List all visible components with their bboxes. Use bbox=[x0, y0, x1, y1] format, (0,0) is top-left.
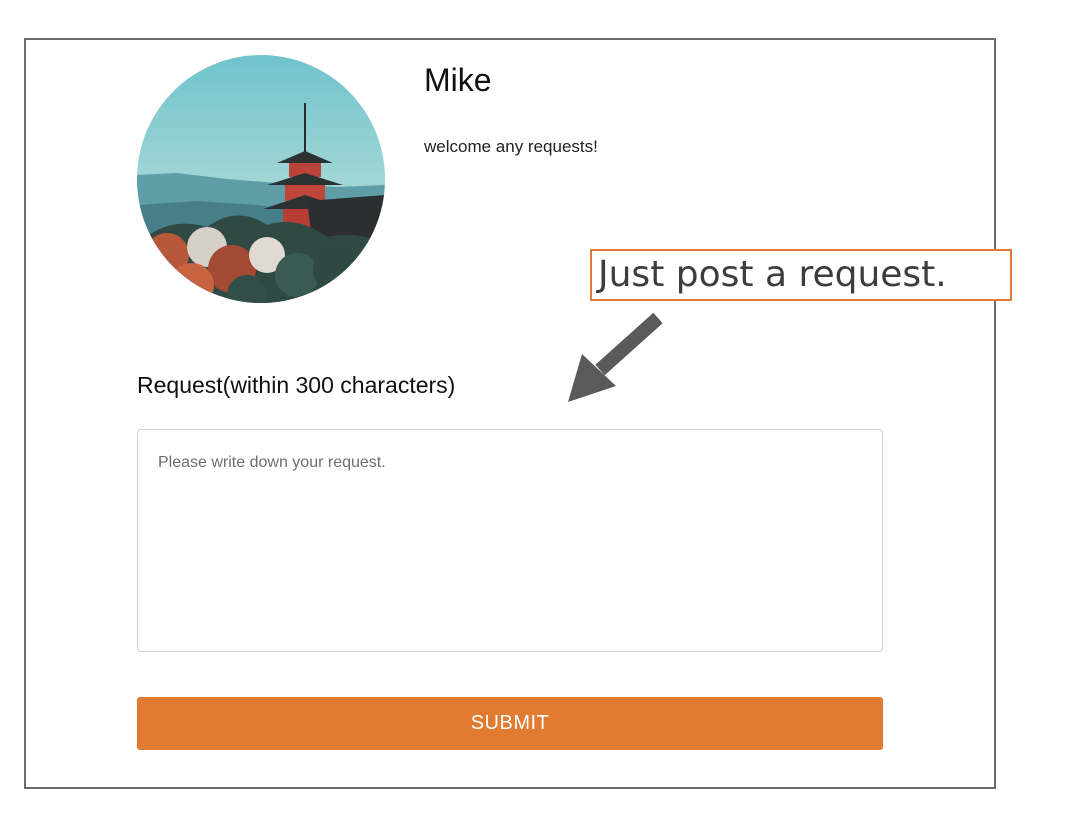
profile-bio: welcome any requests! bbox=[424, 137, 598, 156]
callout-note: Just post a request. bbox=[590, 249, 1012, 301]
pagoda-landscape-photo bbox=[137, 55, 385, 303]
arrow-down-left-icon bbox=[568, 312, 663, 402]
request-label: Request(within 300 characters) bbox=[137, 372, 456, 398]
profile-name: Mike bbox=[424, 62, 492, 98]
profile-avatar bbox=[137, 55, 385, 303]
request-textarea[interactable] bbox=[137, 429, 883, 652]
submit-button[interactable]: SUBMIT bbox=[137, 697, 883, 750]
